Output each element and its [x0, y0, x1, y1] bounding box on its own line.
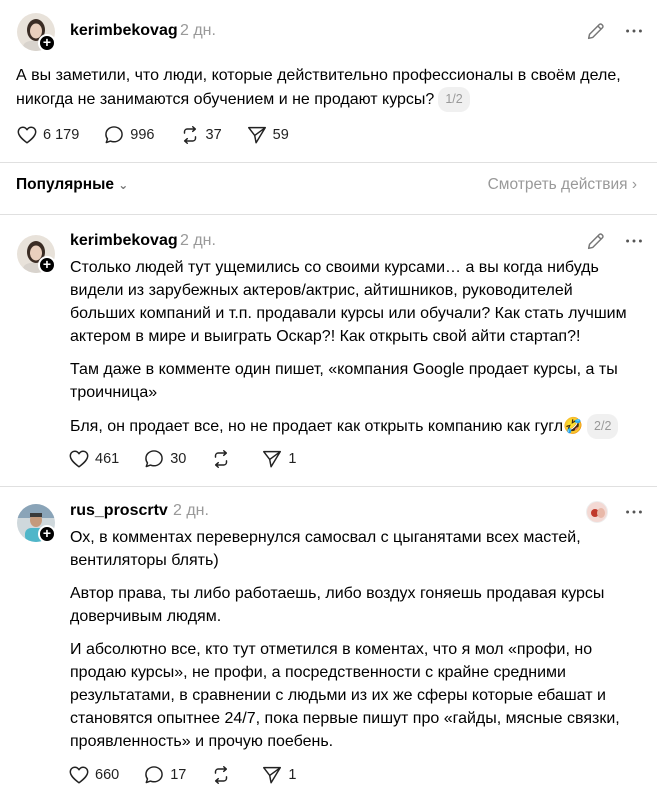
share-count: 1 [288, 451, 297, 467]
sort-label: Популярные [16, 176, 114, 193]
post-text: А вы заметили, что люди, которые действи… [16, 64, 637, 112]
post-paragraph: Столько людей тут ущемились со своими ку… [70, 259, 627, 345]
thread-pager: 2/2 [587, 414, 619, 439]
divider [0, 214, 657, 215]
post-text: Столько людей тут ущемились со своими ку… [70, 256, 637, 449]
like-button[interactable]: 6 179 [16, 124, 79, 146]
reaction-avatar [586, 501, 608, 523]
post-time: 2 дн. [173, 502, 209, 519]
like-count: 461 [95, 451, 120, 467]
comment-count: 30 [170, 451, 187, 467]
follow-plus-icon[interactable]: + [38, 34, 56, 52]
repost-count: 37 [205, 127, 222, 143]
chevron-right-icon: › [631, 176, 637, 193]
share-button[interactable]: 1 [261, 764, 296, 786]
username[interactable]: rus_proscrtv [70, 502, 168, 520]
repost-arrows-icon [210, 764, 232, 786]
comment-count: 996 [130, 127, 155, 143]
post-time: 2 дн. [180, 22, 216, 39]
ellipsis-icon[interactable] [623, 20, 645, 42]
post-paragraph-last: Бля, он продает все, но не продает как о… [70, 414, 637, 439]
post-actions: 660 17 1 [68, 764, 320, 786]
paper-plane-icon [246, 124, 268, 146]
username[interactable]: kerimbekovag [70, 22, 178, 40]
post-paragraph: И абсолютно все, кто тут отметился в ком… [70, 641, 620, 750]
heart-icon [16, 124, 38, 146]
share-count: 1 [288, 767, 297, 783]
heart-icon [68, 448, 90, 470]
post-actions: 461 30 1 [68, 448, 320, 470]
divider [0, 486, 657, 487]
speech-bubble-icon [143, 764, 165, 786]
ellipsis-icon[interactable] [623, 230, 645, 252]
filter-row: Популярные ⌄ Смотреть действия › [16, 176, 637, 200]
pencil-icon[interactable] [585, 20, 607, 42]
follow-plus-icon[interactable]: + [38, 256, 56, 274]
like-count: 6 179 [43, 127, 80, 143]
see-activity-label: Смотреть действия [487, 176, 628, 193]
follow-plus-icon[interactable]: + [38, 525, 56, 543]
pencil-icon[interactable] [585, 230, 607, 252]
repost-button[interactable] [210, 448, 237, 470]
speech-bubble-icon [103, 124, 125, 146]
post-paragraph: Бля, он продает все, но не продает как о… [70, 418, 584, 435]
like-button[interactable]: 660 [68, 764, 119, 786]
paper-plane-icon [261, 448, 283, 470]
post-text: Ох, в комментах перевернулся самосвал с … [70, 526, 637, 763]
username[interactable]: kerimbekovag [70, 232, 178, 250]
paper-plane-icon [261, 764, 283, 786]
comment-count: 17 [170, 767, 187, 783]
like-count: 660 [95, 767, 120, 783]
repost-button[interactable]: 37 [179, 124, 222, 146]
comment-button[interactable]: 30 [143, 448, 186, 470]
post-text-content: А вы заметили, что люди, которые действи… [16, 67, 621, 108]
divider [0, 162, 657, 163]
ellipsis-icon[interactable] [623, 501, 645, 523]
speech-bubble-icon [143, 448, 165, 470]
post-paragraph: Ох, в комментах перевернулся самосвал с … [70, 529, 581, 569]
post-time: 2 дн. [180, 232, 216, 249]
like-button[interactable]: 461 [68, 448, 119, 470]
comment-button[interactable]: 17 [143, 764, 186, 786]
post-paragraph: Автор права, ты либо работаешь, либо воз… [70, 585, 605, 625]
share-button[interactable]: 1 [261, 448, 296, 470]
post-actions: 6 179 996 37 59 [16, 124, 313, 146]
post-paragraph: Там даже в комменте один пишет, «компани… [70, 361, 618, 401]
repost-button[interactable] [210, 764, 237, 786]
share-count: 59 [272, 127, 289, 143]
see-activity-link[interactable]: Смотреть действия › [488, 176, 637, 194]
repost-arrows-icon [210, 448, 232, 470]
sort-dropdown[interactable]: Популярные ⌄ [16, 176, 128, 194]
heart-icon [68, 764, 90, 786]
thread-pager: 1/2 [438, 87, 470, 112]
chevron-down-icon: ⌄ [118, 178, 129, 192]
share-button[interactable]: 59 [246, 124, 289, 146]
comment-button[interactable]: 996 [103, 124, 155, 146]
repost-arrows-icon [179, 124, 201, 146]
